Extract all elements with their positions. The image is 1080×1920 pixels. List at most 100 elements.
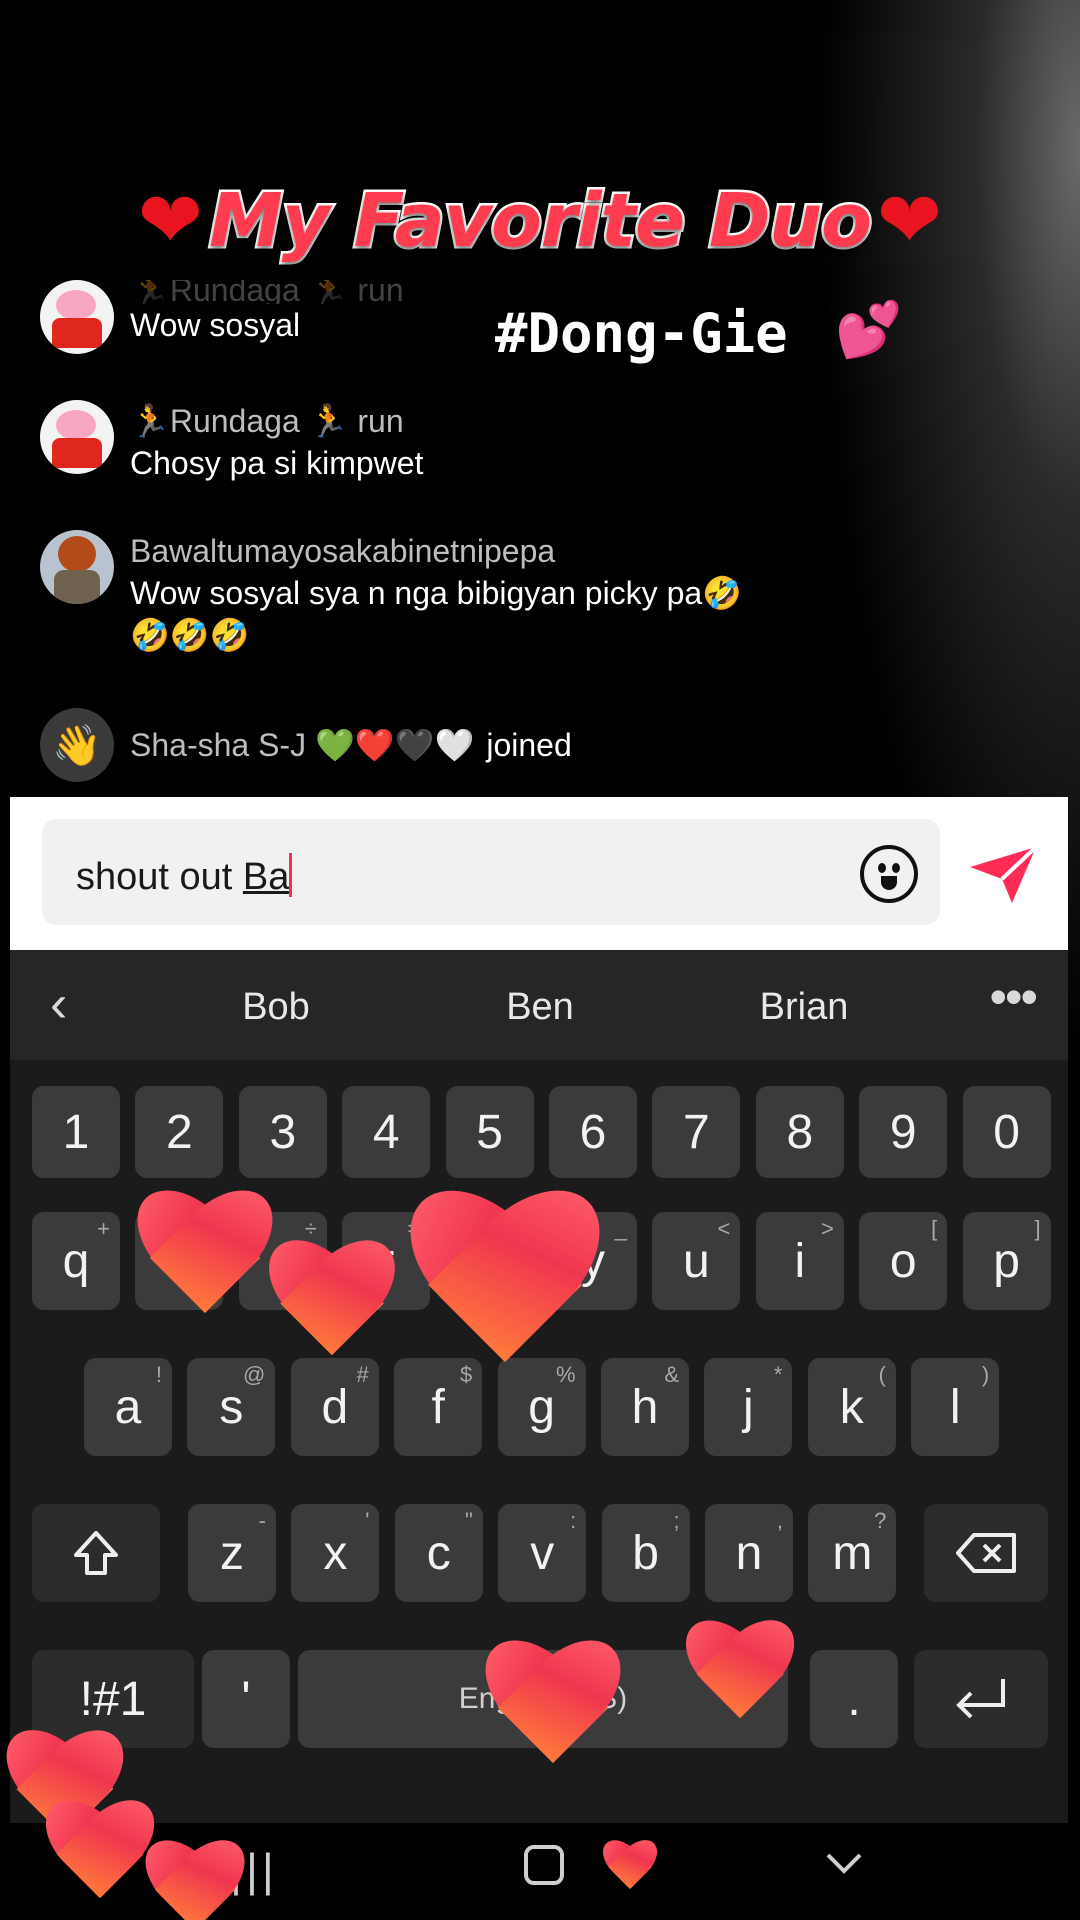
chat-message[interactable]: 🏃Rundaga 🏃 run Chosy pa si kimpwet bbox=[40, 400, 423, 484]
chat-message[interactable]: 🏃Rundaga 🏃 run Wow sosyal bbox=[40, 280, 404, 354]
more-options-icon[interactable]: ••• bbox=[989, 968, 1037, 1026]
heart-icon bbox=[130, 1190, 280, 1340]
key-label: q bbox=[62, 1234, 90, 1288]
key-z[interactable]: z- bbox=[188, 1504, 276, 1602]
key-hint: * bbox=[773, 1362, 783, 1387]
comment-input[interactable]: shout out Ba bbox=[42, 819, 940, 925]
chat-message[interactable]: Bawaltumayosakabinetnipepa Wow sosyal sy… bbox=[40, 530, 770, 656]
heart-icon bbox=[140, 1840, 250, 1920]
key-label: . bbox=[847, 1672, 861, 1726]
enter-icon bbox=[956, 1679, 1005, 1719]
send-icon[interactable] bbox=[968, 845, 1038, 905]
key-label: h bbox=[631, 1380, 659, 1434]
key-label: 6 bbox=[579, 1105, 607, 1159]
text-caret bbox=[289, 853, 293, 897]
key-0[interactable]: 0 bbox=[962, 1086, 1051, 1178]
key-l[interactable]: l) bbox=[911, 1358, 1000, 1456]
key-hint: ? bbox=[874, 1508, 887, 1533]
shift-key[interactable] bbox=[32, 1504, 160, 1602]
period-key[interactable]: . bbox=[810, 1650, 898, 1748]
chat-text: Chosy pa si kimpwet bbox=[130, 445, 424, 481]
key-hint: : bbox=[570, 1508, 577, 1533]
key-n[interactable]: n, bbox=[705, 1504, 793, 1602]
key-o[interactable]: o[ bbox=[859, 1212, 948, 1310]
key-label: 2 bbox=[166, 1105, 193, 1159]
key-label: 1 bbox=[62, 1105, 90, 1159]
key-i[interactable]: i > bbox=[755, 1212, 844, 1310]
key-hint: " bbox=[464, 1508, 473, 1533]
key-a[interactable]: a! bbox=[84, 1358, 172, 1456]
apostrophe-key[interactable]: ' bbox=[202, 1650, 290, 1748]
key-label: m bbox=[832, 1526, 873, 1580]
key-3[interactable]: 3 bbox=[238, 1086, 327, 1178]
home-icon[interactable] bbox=[524, 1845, 564, 1885]
key-8[interactable]: 8 bbox=[755, 1086, 844, 1178]
key-label: u bbox=[683, 1234, 710, 1288]
key-hint: , bbox=[776, 1508, 783, 1533]
key-label: a bbox=[114, 1380, 142, 1434]
key-1[interactable]: 1 bbox=[32, 1086, 120, 1178]
hide-keyboard-icon[interactable] bbox=[824, 1843, 864, 1883]
key-hint: ( bbox=[878, 1362, 886, 1387]
key-label: v bbox=[530, 1526, 555, 1580]
backspace-icon bbox=[956, 1533, 1016, 1573]
key-7[interactable]: 7 bbox=[652, 1086, 741, 1178]
key-label: c bbox=[426, 1526, 451, 1580]
emoji-icon[interactable] bbox=[860, 845, 918, 903]
suggestion-item[interactable]: Brian bbox=[704, 986, 904, 1029]
key-p[interactable]: p] bbox=[962, 1212, 1051, 1310]
composing-text: Ba bbox=[242, 856, 290, 898]
chevron-left-icon[interactable]: ‹ bbox=[50, 978, 67, 1030]
key-m[interactable]: m? bbox=[808, 1504, 897, 1602]
key-5[interactable]: 5 bbox=[445, 1086, 534, 1178]
key-label: 3 bbox=[269, 1105, 297, 1159]
avatar[interactable] bbox=[40, 530, 114, 604]
key-label: j bbox=[743, 1380, 754, 1434]
key-q[interactable]: q + bbox=[32, 1212, 120, 1310]
avatar[interactable] bbox=[40, 400, 114, 474]
key-h[interactable]: h & bbox=[601, 1358, 689, 1456]
video-title-overlay: ❤ My Favorite Duo ❤ bbox=[0, 176, 1080, 267]
suggestion-bar: ‹ Bob Ben Brian ••• bbox=[10, 950, 1068, 1060]
heart-icon bbox=[680, 1620, 800, 1740]
key-hint: ) bbox=[981, 1362, 990, 1387]
key-label: 0 bbox=[993, 1105, 1020, 1159]
typed-text: shout out bbox=[76, 856, 243, 898]
key-label: z bbox=[220, 1526, 244, 1580]
key-label: i bbox=[794, 1234, 806, 1288]
key-9[interactable]: 9 bbox=[859, 1086, 948, 1178]
key-label: k bbox=[839, 1380, 864, 1434]
key-u[interactable]: u < bbox=[652, 1212, 741, 1310]
key-label: x bbox=[323, 1526, 348, 1580]
key-x[interactable]: x ' bbox=[291, 1504, 380, 1602]
key-6[interactable]: 6 bbox=[549, 1086, 637, 1178]
key-j[interactable]: j * bbox=[704, 1358, 793, 1456]
key-2[interactable]: 2 bbox=[135, 1086, 224, 1178]
heart-icon bbox=[400, 1190, 610, 1400]
comment-input-bar: shout out Ba bbox=[10, 797, 1068, 950]
key-hint: + bbox=[97, 1216, 110, 1241]
key-label: p bbox=[993, 1234, 1020, 1288]
key-label: ' bbox=[241, 1672, 251, 1726]
suggestion-item[interactable]: Ben bbox=[440, 986, 640, 1029]
key-hint: ! bbox=[155, 1362, 162, 1387]
hashtag-overlay: #Dong-Gie bbox=[495, 302, 788, 365]
key-hint: ÷ bbox=[304, 1216, 317, 1241]
key-label: 8 bbox=[786, 1105, 814, 1159]
backspace-key[interactable] bbox=[924, 1504, 1048, 1602]
wave-hand-icon: 👋 bbox=[40, 708, 114, 782]
key-c[interactable]: c " bbox=[394, 1504, 483, 1602]
key-label: s bbox=[219, 1380, 244, 1434]
key-b[interactable]: b; bbox=[601, 1504, 690, 1602]
key-label: 4 bbox=[372, 1105, 400, 1159]
chat-username: 🏃Rundaga 🏃 run bbox=[130, 280, 404, 304]
key-k[interactable]: k( bbox=[807, 1358, 896, 1456]
chat-username: Bawaltumayosakabinetnipepa bbox=[130, 533, 556, 569]
key-hint: ] bbox=[1034, 1216, 1041, 1241]
key-4[interactable]: 4 bbox=[342, 1086, 431, 1178]
enter-key[interactable] bbox=[914, 1650, 1048, 1748]
key-v[interactable]: v: bbox=[498, 1504, 587, 1602]
suggestion-item[interactable]: Bob bbox=[176, 986, 376, 1029]
joined-label: joined bbox=[486, 727, 572, 763]
avatar[interactable] bbox=[40, 280, 114, 354]
